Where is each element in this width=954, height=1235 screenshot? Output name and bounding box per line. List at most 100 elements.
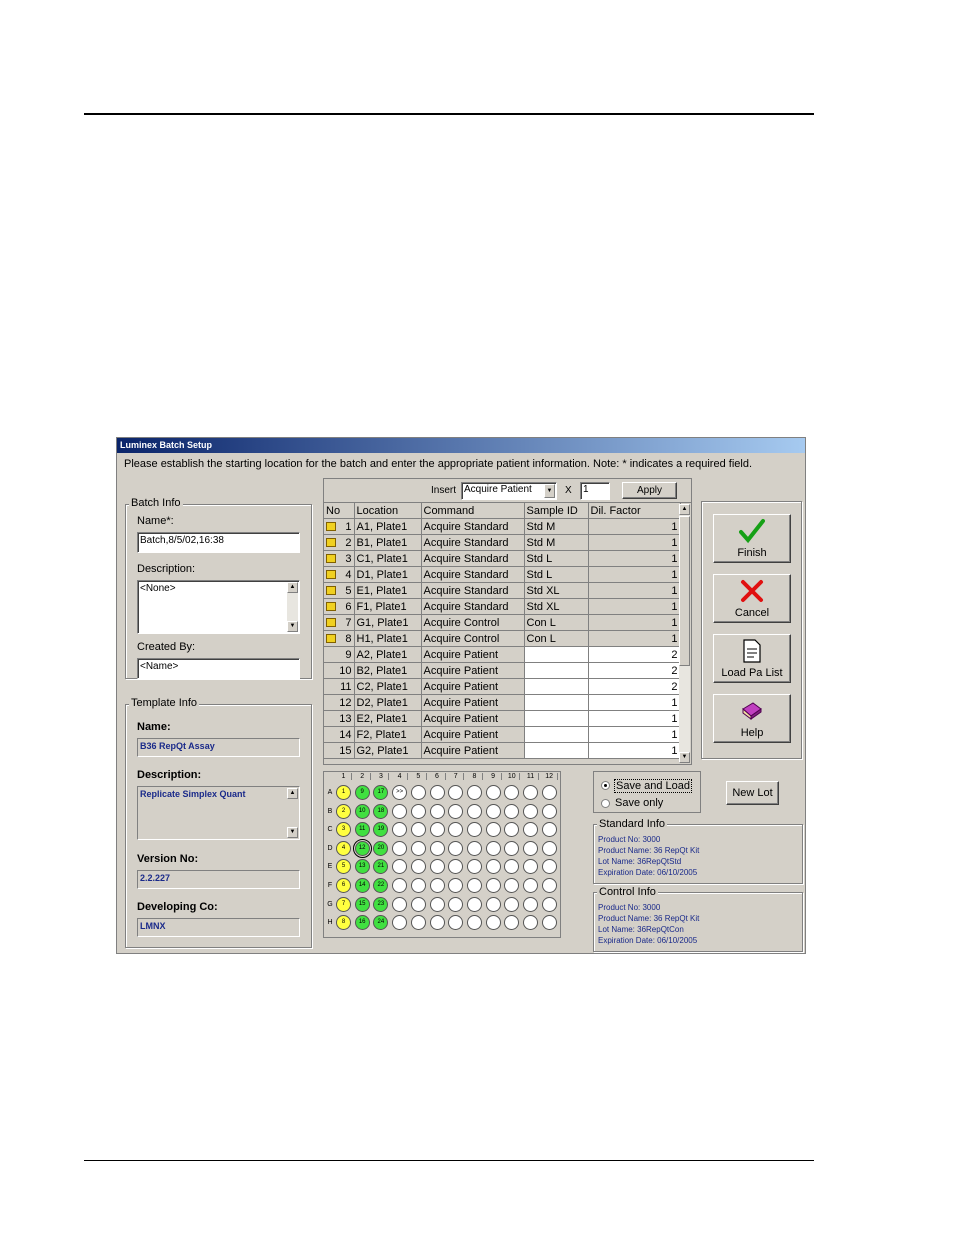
plate-well[interactable] xyxy=(541,785,557,800)
col-header-dil-factor[interactable]: Dil. Factor xyxy=(588,503,681,519)
plate-well[interactable] xyxy=(541,896,557,912)
plate-well[interactable] xyxy=(485,803,501,819)
plate-well[interactable] xyxy=(448,822,464,838)
plate-well[interactable] xyxy=(448,915,464,931)
cell-sample-id[interactable]: Std L xyxy=(524,566,589,583)
col-header-sample-id[interactable]: Sample ID xyxy=(524,503,589,519)
cell-sample-id[interactable] xyxy=(524,742,589,759)
batch-name-input[interactable]: Batch,8/5/02,16:38 xyxy=(137,532,300,553)
cell-sample-id[interactable] xyxy=(524,678,589,695)
plate-well[interactable] xyxy=(429,840,445,856)
table-row[interactable]: 12 D2, Plate1 Acquire Patient 1 xyxy=(324,694,681,711)
plate-well[interactable] xyxy=(429,785,445,800)
cell-sample-id[interactable]: Con L xyxy=(524,614,589,631)
cell-dil-factor[interactable]: 1 xyxy=(588,726,681,743)
cell-sample-id[interactable] xyxy=(524,726,589,743)
plate-well[interactable] xyxy=(541,915,557,931)
plate-well[interactable] xyxy=(448,840,464,856)
plate-well[interactable] xyxy=(466,915,482,931)
scroll-down-icon[interactable]: ▼ xyxy=(287,827,298,838)
plate-well[interactable]: 23 xyxy=(373,896,389,912)
plate-well[interactable]: 20 xyxy=(373,840,389,856)
plate-well[interactable] xyxy=(466,822,482,838)
cell-sample-id[interactable]: Std M xyxy=(524,534,589,551)
help-button[interactable]: Help xyxy=(713,694,791,743)
plate-well[interactable] xyxy=(392,859,408,875)
scroll-up-icon[interactable]: ▲ xyxy=(679,504,690,515)
plate-well[interactable] xyxy=(485,785,501,800)
scroll-thumb[interactable] xyxy=(679,516,690,666)
plate-well[interactable] xyxy=(448,785,464,800)
plate-well[interactable] xyxy=(504,859,520,875)
cell-dil-factor[interactable]: 2 xyxy=(588,646,681,663)
table-row[interactable]: 5 E1, Plate1 Acquire Standard Std XL 1 xyxy=(324,582,681,599)
cell-sample-id[interactable]: Con L xyxy=(524,630,589,647)
scroll-up-icon[interactable]: ▲ xyxy=(287,788,298,799)
plate-well[interactable] xyxy=(410,803,426,819)
table-row[interactable]: 3 C1, Plate1 Acquire Standard Std L 1 xyxy=(324,550,681,567)
insert-command-select[interactable]: Acquire Patient ▼ xyxy=(461,482,557,500)
plate-well[interactable] xyxy=(410,915,426,931)
scroll-up-icon[interactable]: ▲ xyxy=(287,582,298,593)
cell-dil-factor[interactable]: 1 xyxy=(588,550,681,567)
cell-dil-factor[interactable]: 1 xyxy=(588,742,681,759)
table-row[interactable]: 1 A1, Plate1 Acquire Standard Std M 1 xyxy=(324,518,681,535)
plate-well[interactable]: 17 xyxy=(373,785,389,800)
plate-well[interactable] xyxy=(523,878,538,893)
plate-well[interactable] xyxy=(466,840,482,856)
created-by-input[interactable]: <Name> xyxy=(137,658,300,679)
plate-well[interactable] xyxy=(466,896,482,912)
col-header-command[interactable]: Command xyxy=(421,503,525,519)
table-row[interactable]: 13 E2, Plate1 Acquire Patient 1 xyxy=(324,710,681,727)
batch-description-textarea[interactable]: <None> ▲ ▼ xyxy=(137,580,300,634)
new-lot-button[interactable]: New Lot xyxy=(726,781,779,805)
plate-well[interactable]: 14 xyxy=(354,878,370,893)
cell-sample-id[interactable]: Std XL xyxy=(524,598,589,615)
plate-well[interactable] xyxy=(410,822,426,838)
plate-well[interactable] xyxy=(523,803,538,819)
plate-well[interactable]: >> xyxy=(392,785,408,800)
cell-dil-factor[interactable]: 1 xyxy=(588,566,681,583)
plate-well[interactable] xyxy=(504,915,520,931)
plate-well[interactable]: 1 xyxy=(336,785,351,800)
save-and-load-radio[interactable]: Save and Load xyxy=(601,779,697,793)
plate-well[interactable]: 19 xyxy=(373,822,389,838)
plate-well[interactable]: 15 xyxy=(354,896,370,912)
plate-well[interactable]: 16 xyxy=(354,915,370,931)
cell-sample-id[interactable] xyxy=(524,662,589,679)
cell-dil-factor[interactable]: 1 xyxy=(588,614,681,631)
cell-sample-id[interactable] xyxy=(524,646,589,663)
plate-well[interactable] xyxy=(466,785,482,800)
cell-sample-id[interactable]: Std XL xyxy=(524,582,589,599)
cell-dil-factor[interactable]: 1 xyxy=(588,518,681,535)
plate-well[interactable]: 4 xyxy=(336,840,351,856)
plate-well[interactable] xyxy=(429,822,445,838)
cell-dil-factor[interactable]: 1 xyxy=(588,710,681,727)
save-only-radio[interactable]: Save only xyxy=(601,797,697,811)
plate-well[interactable] xyxy=(392,896,408,912)
plate-well[interactable] xyxy=(392,915,408,931)
plate-well[interactable]: 11 xyxy=(354,822,370,838)
col-header-no[interactable]: No xyxy=(324,503,355,519)
plate-well[interactable] xyxy=(410,859,426,875)
table-scrollbar[interactable]: ▲ ▼ xyxy=(679,504,690,763)
plate-well[interactable] xyxy=(392,803,408,819)
plate-well[interactable] xyxy=(523,785,538,800)
table-row[interactable]: 7 G1, Plate1 Acquire Control Con L 1 xyxy=(324,614,681,631)
plate-well[interactable]: 6 xyxy=(336,878,351,893)
plate-well[interactable] xyxy=(429,896,445,912)
plate-well[interactable] xyxy=(410,840,426,856)
load-pa-list-button[interactable]: Load Pa List xyxy=(713,634,791,683)
cell-dil-factor[interactable]: 1 xyxy=(588,630,681,647)
finish-button[interactable]: Finish xyxy=(713,514,791,563)
insert-count-input[interactable]: 1 xyxy=(580,482,610,500)
table-row[interactable]: 14 F2, Plate1 Acquire Patient 1 xyxy=(324,726,681,743)
plate-well[interactable] xyxy=(392,822,408,838)
plate-well[interactable] xyxy=(410,878,426,893)
plate-well[interactable] xyxy=(485,840,501,856)
cell-sample-id[interactable] xyxy=(524,710,589,727)
plate-well[interactable] xyxy=(410,896,426,912)
plate-well[interactable]: 18 xyxy=(373,803,389,819)
plate-well[interactable] xyxy=(485,878,501,893)
plate-well[interactable] xyxy=(429,803,445,819)
